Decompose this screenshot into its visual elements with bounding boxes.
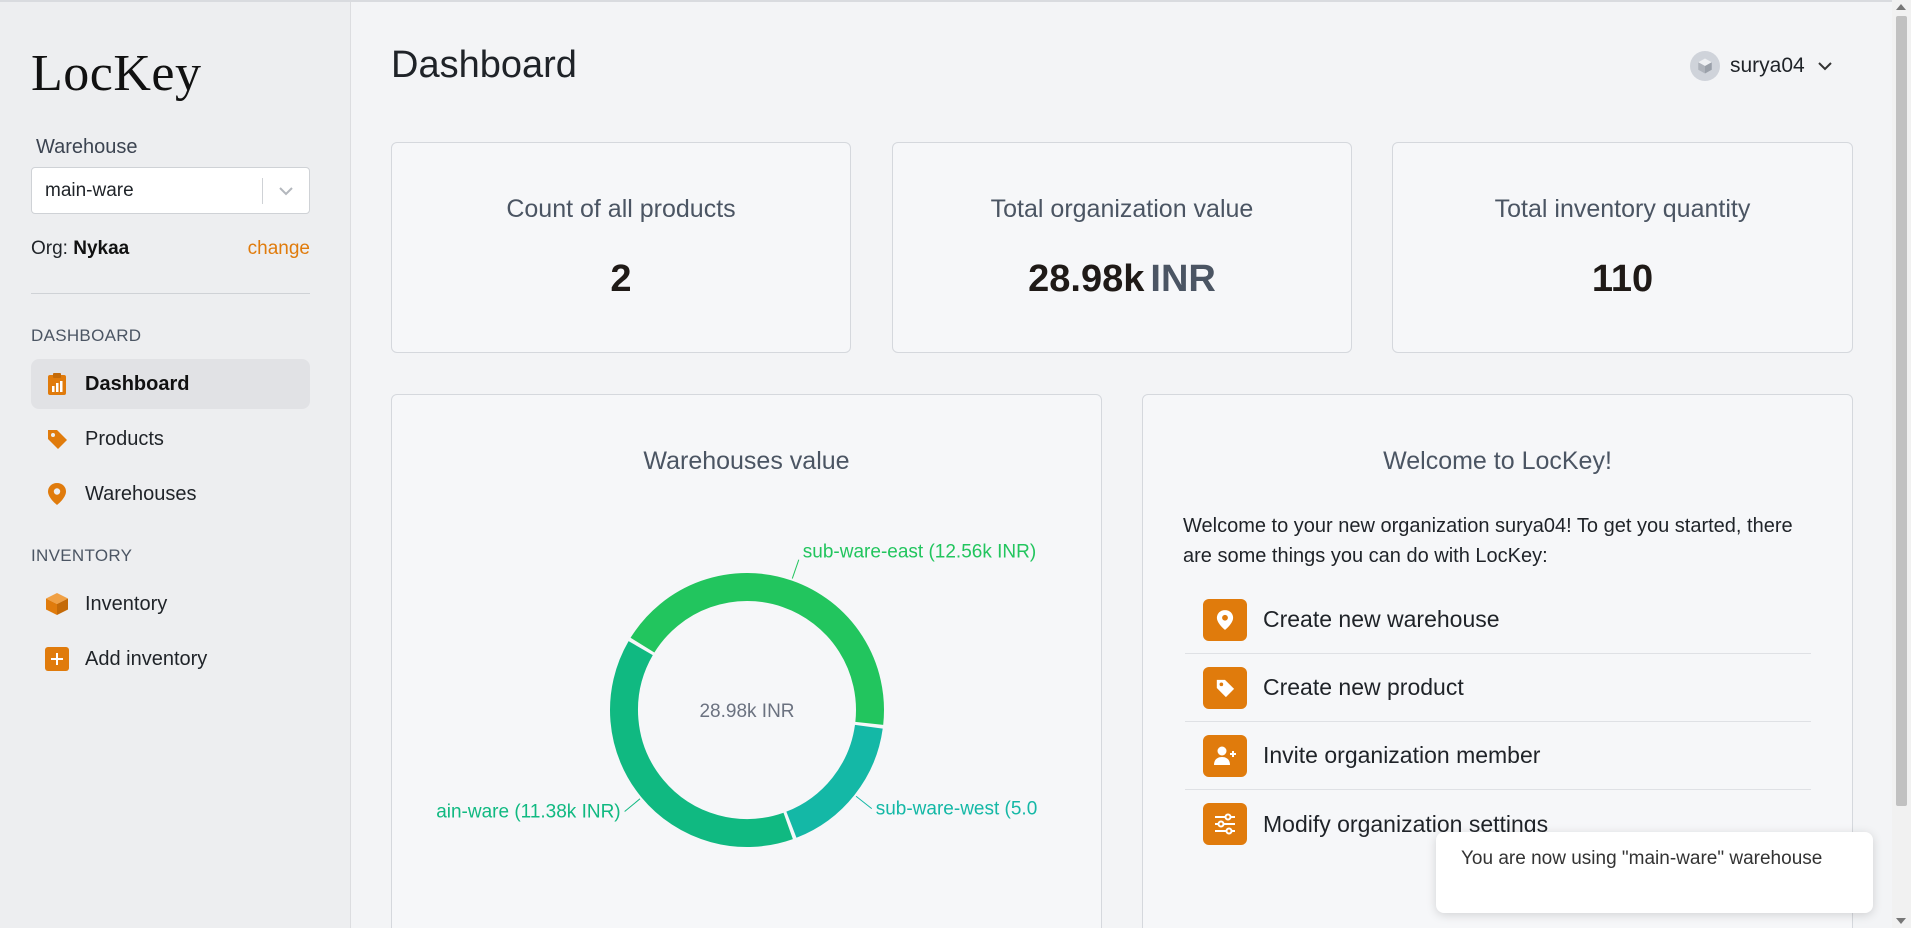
sidebar-item-add-inventory[interactable]: Add inventory [31,634,310,684]
map-pin-icon [45,482,69,506]
sidebar-divider [31,293,310,294]
donut-slice-main-ware[interactable] [610,641,793,847]
slice-label: ain-ware (11.38k INR) [436,802,620,823]
stat-number: 28.98k [1028,258,1145,300]
scroll-down-arrow[interactable] [1896,918,1906,924]
sidebar-item-products[interactable]: Products [31,414,310,464]
page-title: Dashboard [391,44,577,86]
label-leader-line [624,798,641,812]
tag-icon [1203,666,1247,709]
chart-center-label: 28.98k INR [699,701,794,722]
label-leader-line [791,559,800,579]
warehouses-value-panel: Warehouses value sub-ware-east (12.56k I… [391,394,1102,928]
stat-value: 110 [1393,258,1852,301]
org-label: Org: [31,238,68,259]
donut-chart: sub-ware-east (12.56k INR) sub-ware-west … [436,542,1038,847]
stat-label: Total inventory quantity [1494,195,1751,223]
warehouse-select-value: main-ware [45,180,134,201]
stat-card-inventory-qty: Total inventory quantity 110 [1392,142,1853,353]
sidebar-item-label: Warehouses [85,482,197,505]
stat-label: Count of all products [506,195,736,223]
action-label: Create new warehouse [1263,606,1500,632]
sidebar-item-inventory[interactable]: Inventory [31,579,310,629]
action-invite-member[interactable]: Invite organization member [1185,722,1811,790]
slice-label: sub-ware-west (5.0 [876,799,1038,820]
action-label: Invite organization member [1263,742,1541,768]
action-create-warehouse[interactable]: Create new warehouse [1185,586,1811,654]
welcome-text: Welcome to your new organization surya04… [1183,515,1793,567]
sidebar-item-label: Products [85,427,164,450]
cube-icon [45,592,69,616]
sidebar-item-label: Add inventory [85,647,208,670]
label-leader-line [855,795,873,810]
org-name: Nykaa [73,238,130,259]
username: surya04 [1730,54,1805,77]
sliders-icon [1203,803,1247,845]
sidebar-item-dashboard[interactable]: Dashboard [31,359,310,409]
clipboard-chart-icon [45,372,69,396]
stat-number: 2 [610,258,632,300]
select-separator [262,178,263,204]
stat-card-products: Count of all products 2 [391,142,851,353]
stat-value: 28.98k INR [893,258,1351,301]
plus-square-icon [45,647,69,671]
warehouse-label: Warehouse [36,136,138,158]
scroll-up-arrow[interactable] [1896,4,1906,10]
section-dashboard: DASHBOARD [31,326,142,345]
change-org-link[interactable]: change [248,238,310,260]
welcome-title: Welcome to LocKey! [1383,447,1612,475]
sidebar: LocKey Warehouse main-ware Org: Nykaa ch… [0,2,351,928]
sidebar-item-label: Dashboard [85,372,190,395]
avatar [1690,51,1720,81]
user-menu[interactable]: surya04 [1690,48,1835,84]
warehouse-select[interactable]: main-ware [31,167,310,214]
chevron-down-icon[interactable] [275,180,297,202]
donut-slice-sub-ware-west[interactable] [786,724,883,838]
slice-label: sub-ware-east (12.56k INR) [803,542,1036,563]
toast-notification[interactable]: You are now using "main-ware" warehouse [1436,832,1873,913]
sidebar-item-label: Inventory [85,592,168,615]
toast-message: You are now using "main-ware" warehouse [1461,848,1823,869]
chevron-down-icon [1815,56,1835,76]
page-scrollbar[interactable] [1892,0,1911,928]
action-label: Create new product [1263,674,1464,700]
map-pin-icon [1203,598,1247,641]
stat-value: 2 [392,258,850,301]
stat-number: 110 [1591,258,1654,300]
section-inventory: INVENTORY [31,546,133,565]
stat-card-org-value: Total organization value 28.98k INR [892,142,1352,353]
tag-icon [45,427,69,451]
org-row: Org: Nykaa change [31,238,310,260]
stat-unit: INR [1150,258,1216,300]
user-plus-icon [1203,734,1247,777]
action-create-product[interactable]: Create new product [1185,654,1811,722]
stat-label: Total organization value [990,195,1254,223]
app-logo[interactable]: LocKey [31,44,201,103]
sidebar-item-warehouses[interactable]: Warehouses [31,469,310,519]
scroll-thumb[interactable] [1896,16,1907,806]
